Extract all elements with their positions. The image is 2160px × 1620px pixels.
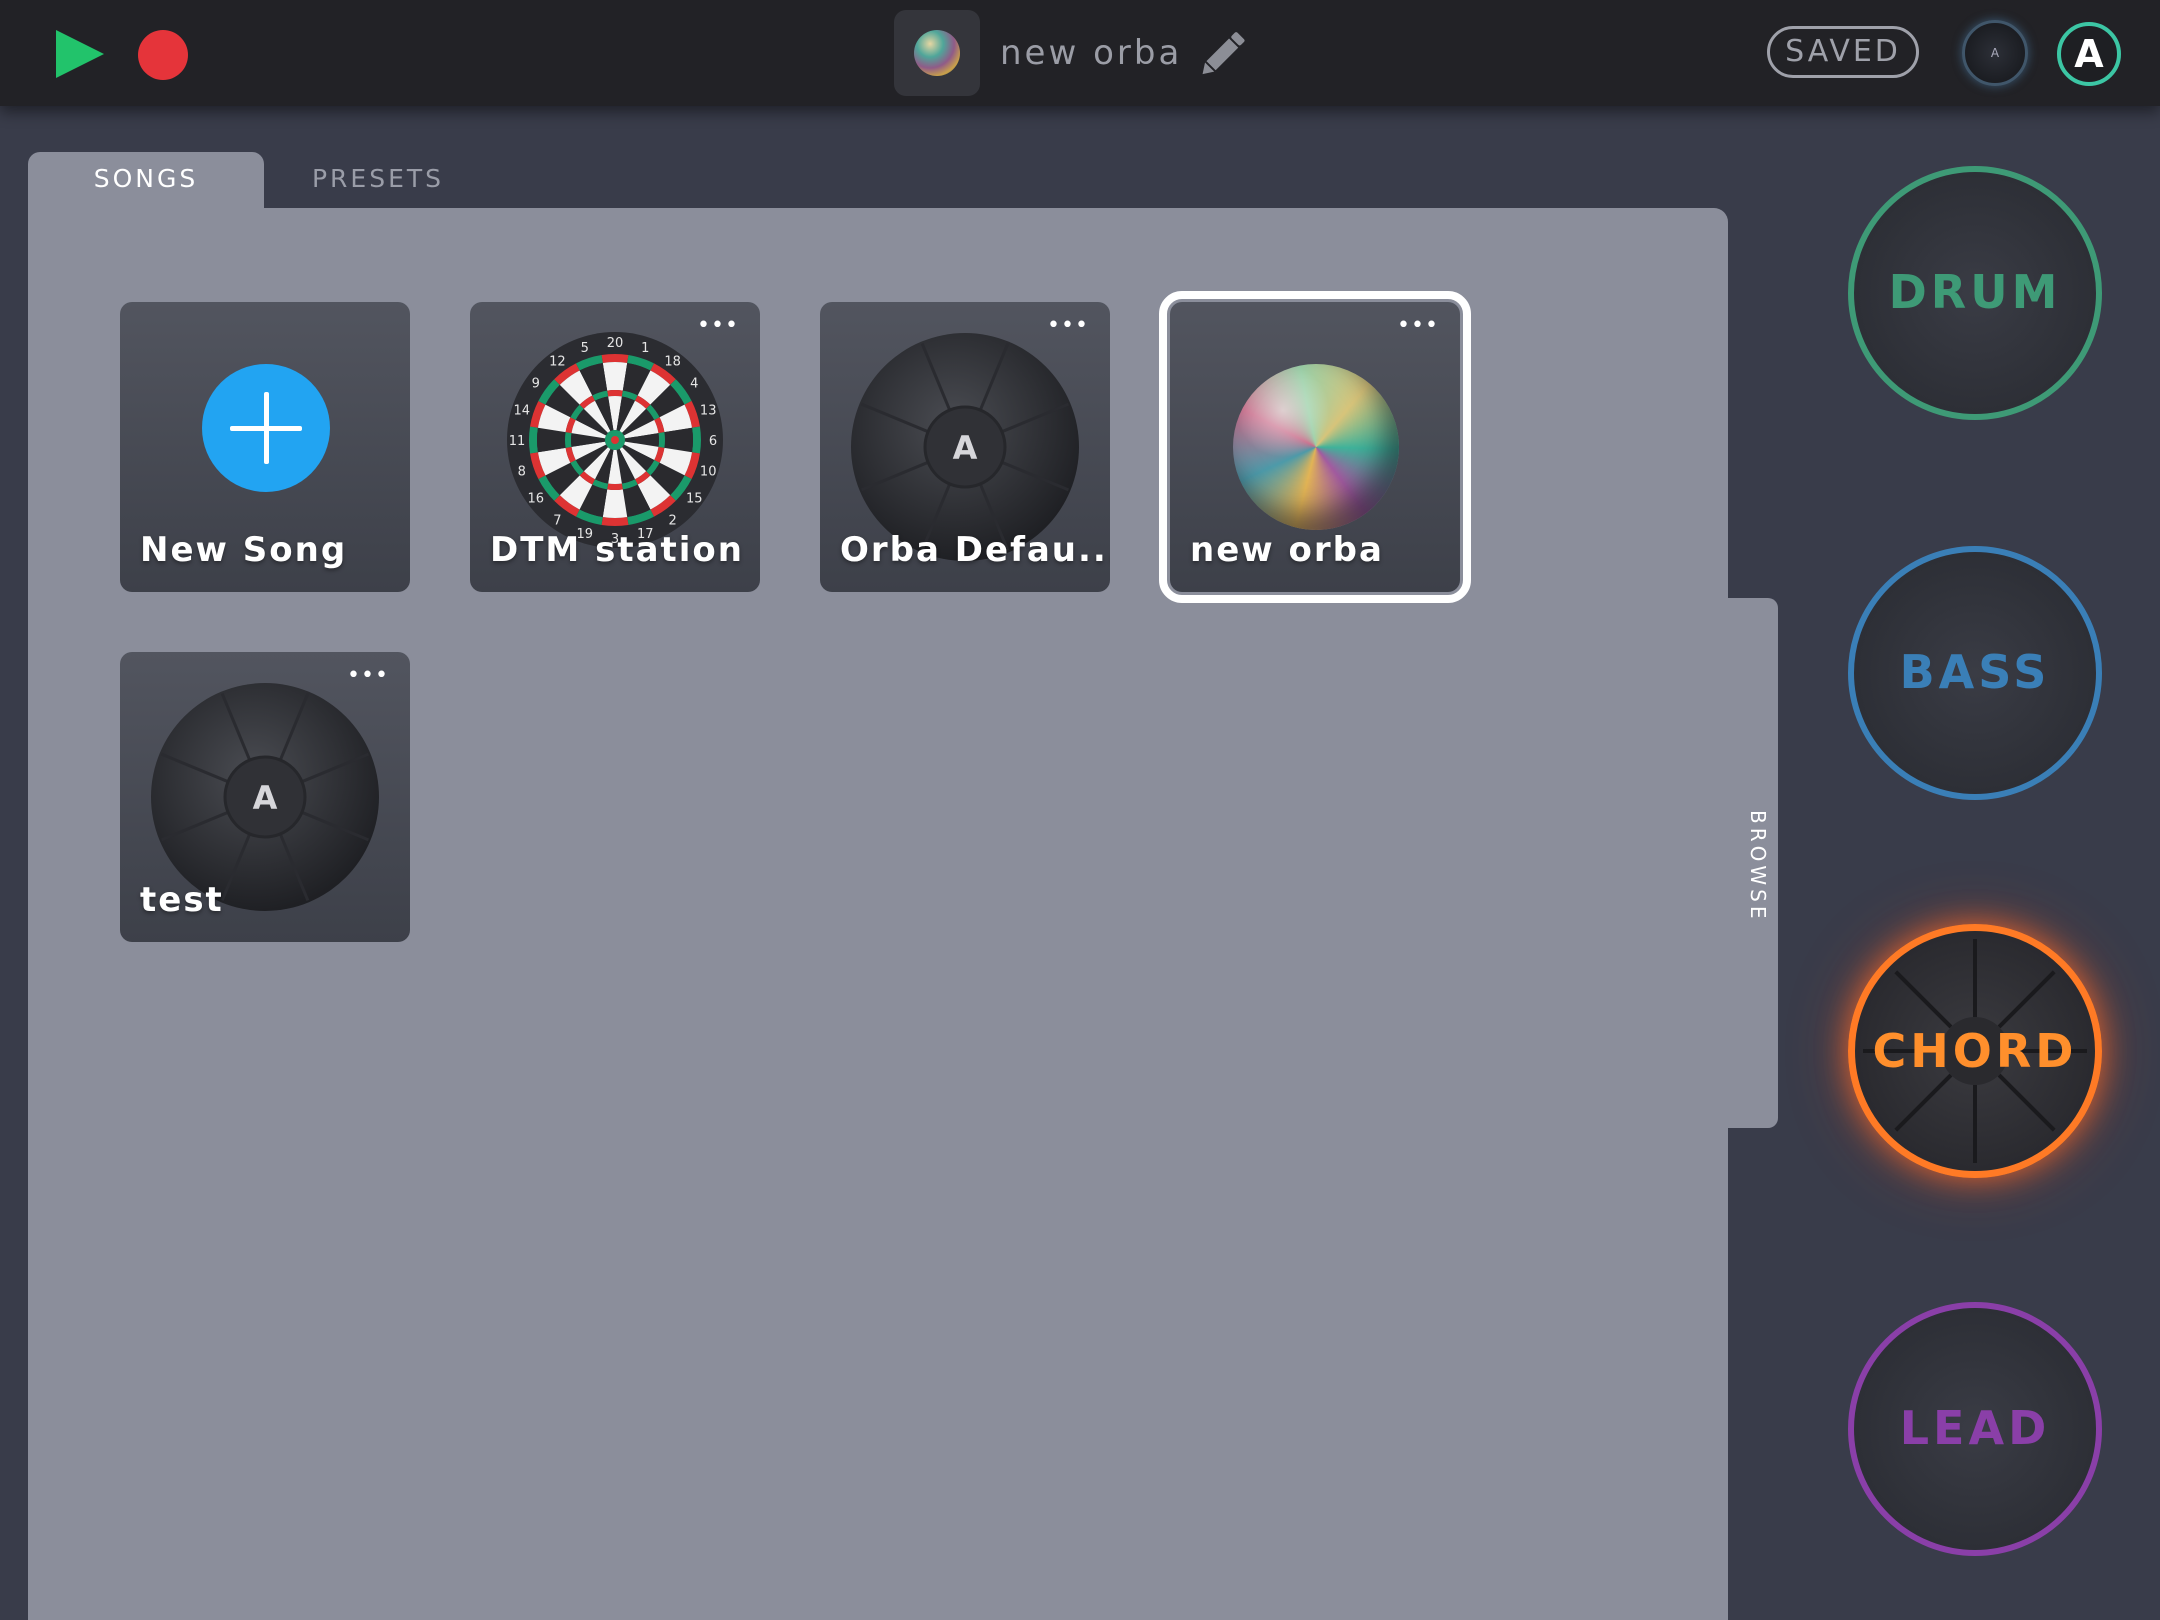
instrument-label: LEAD [1899,1401,2051,1455]
lead-mode-button[interactable]: LEAD [1848,1302,2102,1556]
orba-device-icon[interactable]: A [1962,20,2028,86]
song-name: DTM station [490,530,744,570]
song-name: new orba [1190,530,1384,570]
drum-mode-button[interactable]: DRUM [1848,166,2102,420]
song-name: Orba Defau... [840,530,1110,570]
chord-spoke [1894,970,1953,1029]
tab-songs[interactable]: SONGS [28,152,264,212]
dartboard-number: 6 [709,434,717,449]
dartboard-number: 1 [641,341,649,356]
dartboard-number: 12 [549,355,566,370]
song-artwork [914,30,960,76]
song-title[interactable]: new orba [1000,30,1182,76]
song-card-orba-default[interactable]: A ••• Orba Defau... [820,302,1110,592]
record-button[interactable] [138,30,188,80]
orba-artwork: A [851,333,1079,561]
chord-mode-button[interactable]: CHORD [1848,924,2102,1178]
dartboard-number: 15 [686,492,703,507]
current-song-thumbnail[interactable] [894,10,980,96]
orba-logo-glyph: A [253,779,278,817]
more-options-icon[interactable]: ••• [344,665,392,687]
dartboard-number: 13 [700,404,717,419]
dartboard-number: 2 [668,513,676,528]
dartboard-number: 8 [518,464,526,479]
dartboard-number: 10 [700,464,717,479]
song-name: test [140,880,224,920]
instrument-label: DRUM [1888,265,2062,319]
dartboard-number: 18 [664,355,681,370]
dartboard-number: 5 [581,341,589,356]
instrument-label: CHORD [1872,1024,2078,1078]
chord-spoke [1997,1073,2056,1132]
instrument-label: BASS [1899,645,2051,699]
song-name: New Song [140,530,348,570]
tab-presets[interactable]: PRESETS [268,152,488,212]
dartboard-number: 20 [607,336,624,351]
song-card-new-orba[interactable]: ••• new orba [1159,291,1471,603]
dartboard-segment [607,483,623,490]
bass-mode-button[interactable]: BASS [1848,546,2102,800]
chord-spoke [1894,1073,1953,1132]
song-card-dtm-station[interactable]: 20 1 18 4 13 6 10 15 2 17 3 19 7 16 8 11 14 9 12 5 ••• DTM … [470,302,760,592]
dartboard-bullseye [611,436,619,444]
dartboard-segment [601,517,629,526]
dartboard-number: 14 [514,404,531,419]
dartboard-segment [692,426,701,454]
pencil-icon[interactable] [1192,24,1252,84]
orba-artwork: A [151,683,379,911]
browse-label: BROWSE [1746,810,1770,923]
dartboard-number: 7 [553,513,561,528]
orba-logo-glyph: A [953,429,978,467]
dartboard-segment [565,432,572,448]
saved-status-badge: SAVED [1767,26,1919,78]
chord-spoke [1997,970,2056,1029]
song-card-test[interactable]: A ••• test [120,652,410,942]
account-icon[interactable]: A [2057,22,2121,86]
dartboard-segment [607,390,623,397]
dartboard-number: 11 [509,434,526,449]
dartboard-number: 9 [532,376,540,391]
dartboard-number: 16 [527,492,544,507]
top-bar: new orba SAVED A A [0,0,2160,106]
play-icon[interactable] [52,28,108,80]
more-options-icon[interactable]: ••• [1394,315,1442,337]
more-options-icon[interactable]: ••• [1044,315,1092,337]
dartboard-segment [529,426,538,454]
add-icon[interactable] [202,364,330,492]
more-options-icon[interactable]: ••• [694,315,742,337]
marble-artwork [1233,364,1399,530]
dartboard-number: 4 [690,376,698,391]
dartboard-segment [658,432,665,448]
dartboard-artwork: 20 11841361015217319716811149125 [507,332,723,548]
dartboard-segment [601,354,629,363]
new-song-card[interactable]: New Song [120,302,410,592]
